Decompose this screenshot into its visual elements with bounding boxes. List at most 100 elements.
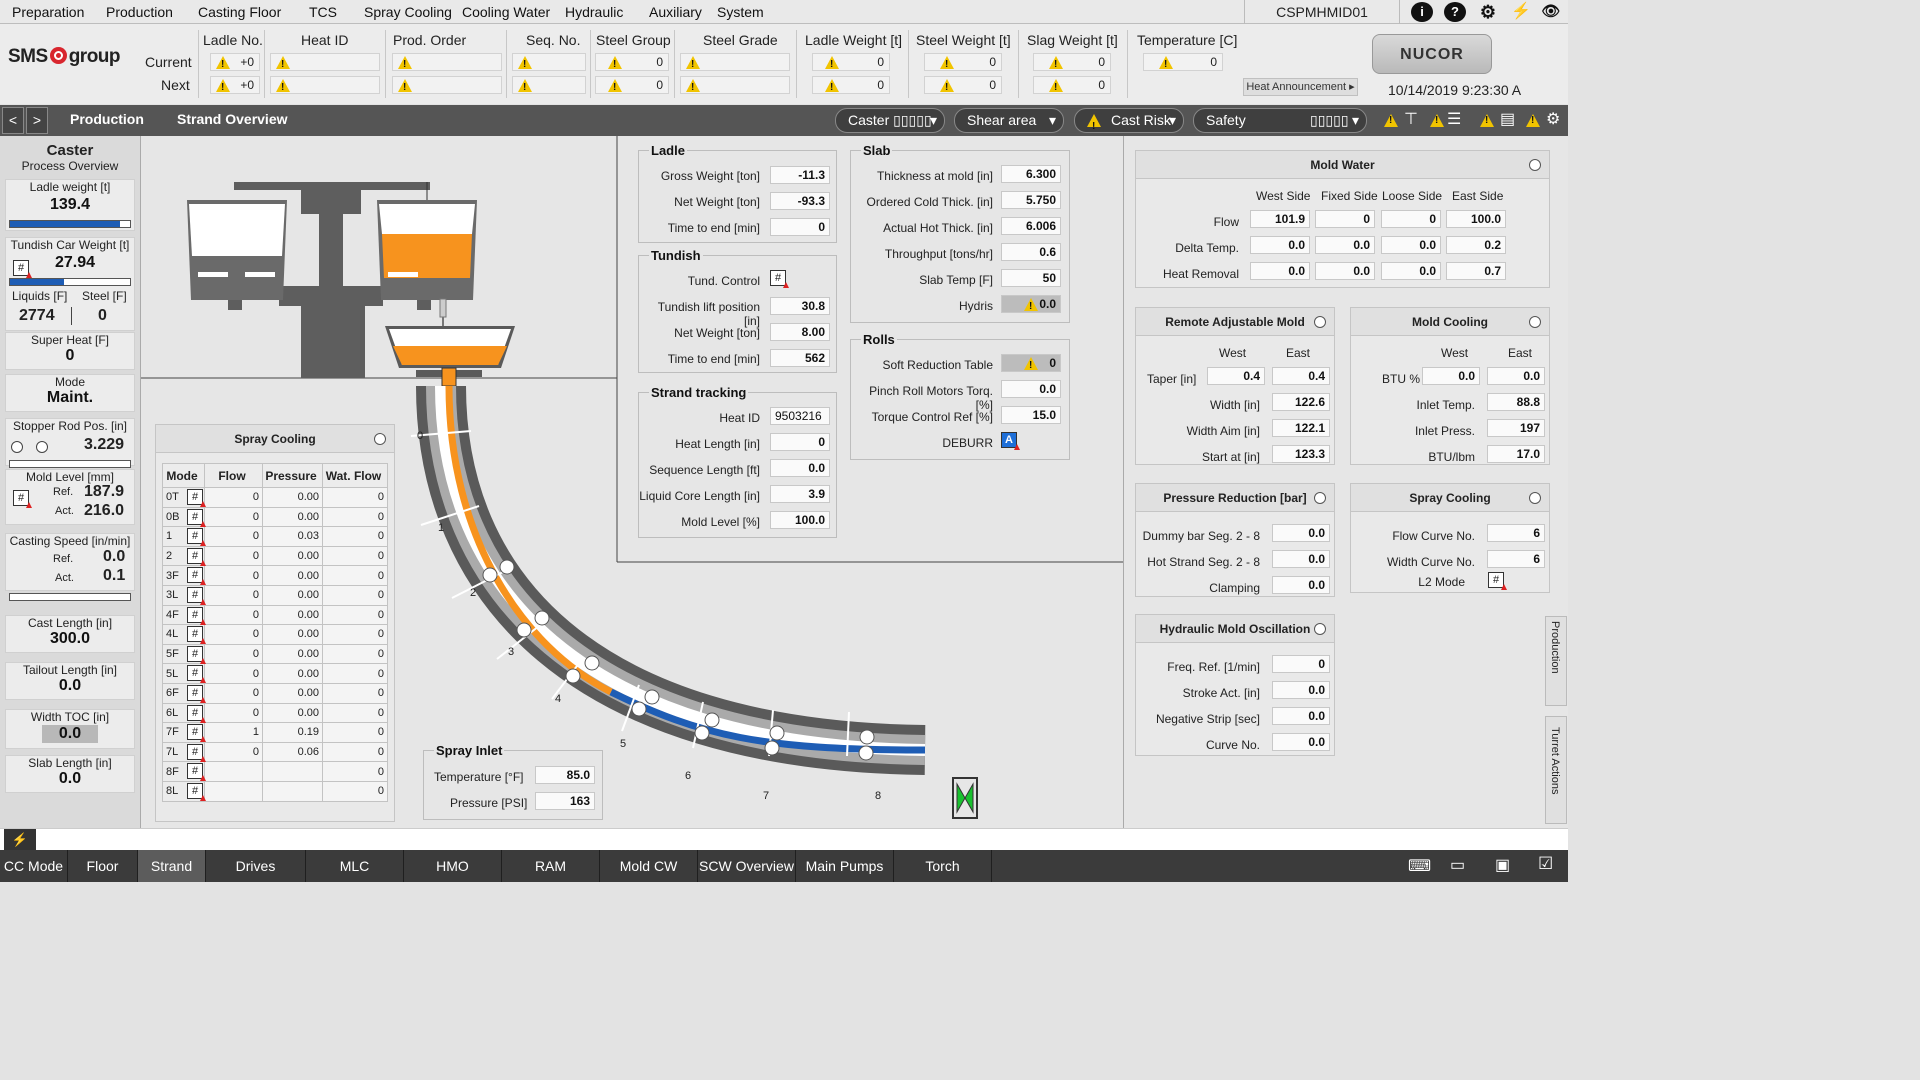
tab-scw-overview[interactable]: SCW Overview <box>698 850 796 882</box>
mc-inlet-press[interactable]: 197 <box>1487 419 1545 437</box>
mw-heat-west[interactable]: 0.0 <box>1250 262 1310 280</box>
current-seq-no[interactable] <box>512 53 586 73</box>
cast-risk-dropdown[interactable]: Cast Risk <box>1074 108 1184 138</box>
tab-mold-cw[interactable]: Mold CW <box>600 850 698 882</box>
settings-icon[interactable]: ⚙ <box>1477 2 1499 22</box>
hmo-select[interactable] <box>1314 623 1326 635</box>
tab-ram[interactable]: RAM <box>502 850 600 882</box>
pr-clamping[interactable]: 0.0 <box>1272 576 1330 594</box>
ordered-cold-thick-field[interactable]: 5.750 <box>1001 191 1061 209</box>
checklist-icon[interactable]: ☑ <box>1538 854 1553 874</box>
mold-water-select[interactable] <box>1529 159 1541 171</box>
hydris-field[interactable]: 0.0 <box>1001 295 1061 315</box>
mw-heat-fixed[interactable]: 0.0 <box>1315 262 1375 280</box>
camera-icon[interactable]: ▣ <box>1495 855 1510 875</box>
pr-hot-strand[interactable]: 0.0 <box>1272 550 1330 568</box>
current-steel-grade[interactable] <box>680 53 790 73</box>
tundish-lift-field[interactable]: 30.8 <box>770 297 830 315</box>
current-prod-order[interactable] <box>392 53 502 73</box>
ram-start-at[interactable]: 123.3 <box>1272 445 1330 463</box>
actual-hot-thick-field[interactable]: 6.006 <box>1001 217 1061 235</box>
info-icon[interactable]: i <box>1411 2 1433 22</box>
mw-flow-west[interactable]: 101.9 <box>1250 210 1310 228</box>
heat-announcement-button[interactable]: Heat Announcement ▸ <box>1243 78 1358 96</box>
net-weight-field[interactable]: -93.3 <box>770 192 830 210</box>
lightning-icon[interactable]: ⚡ <box>4 829 36 851</box>
mc-btu-west[interactable]: 0.0 <box>1422 367 1480 385</box>
current-slag-weight[interactable]: 0 <box>1033 53 1111 73</box>
tab-main-pumps[interactable]: Main Pumps <box>796 850 894 882</box>
next-steel-grade[interactable] <box>680 76 790 96</box>
side-tab-production[interactable]: Production <box>1545 616 1567 706</box>
tab-floor[interactable]: Floor <box>68 850 138 882</box>
pressure-reduction-select[interactable] <box>1314 492 1326 504</box>
tab-mlc[interactable]: MLC <box>306 850 404 882</box>
shear-area-dropdown[interactable]: Shear area ▯▯▯ <box>954 108 1064 151</box>
breadcrumb-production[interactable]: Production <box>70 111 144 127</box>
tab-cc-mode[interactable]: CC Mode <box>0 850 68 882</box>
mw-heat-loose[interactable]: 0.0 <box>1381 262 1441 280</box>
back-button[interactable]: < <box>2 107 24 134</box>
ram-width[interactable]: 122.6 <box>1272 393 1330 411</box>
spray-mode-hash-icon[interactable]: # <box>187 626 206 645</box>
liquid-core-length-field[interactable]: 3.9 <box>770 485 830 503</box>
hmo-freq-ref[interactable]: 0 <box>1272 655 1330 673</box>
spray-inlet-temp-field[interactable]: 85.0 <box>535 766 595 784</box>
heat-length-field[interactable]: 0 <box>770 433 830 451</box>
mw-flow-loose[interactable]: 0 <box>1381 210 1441 228</box>
current-heat-id[interactable] <box>270 53 380 73</box>
torque-control-ref-field[interactable]: 15.0 <box>1001 406 1061 424</box>
soft-reduction-field[interactable]: 0 <box>1001 354 1061 374</box>
sequence-length-field[interactable]: 0.0 <box>770 459 830 477</box>
spray-mode-hash-icon[interactable]: # <box>187 665 206 684</box>
next-prod-order[interactable] <box>392 76 502 96</box>
monitor-icon[interactable]: ▭ <box>1450 855 1465 875</box>
view-icon[interactable]: 👁 <box>1540 2 1562 22</box>
power-icon[interactable]: ⚡ <box>1510 2 1532 22</box>
mc-inlet-temp[interactable]: 88.8 <box>1487 393 1545 411</box>
next-seq-no[interactable] <box>512 76 586 96</box>
current-temperature[interactable]: 0 <box>1143 53 1223 73</box>
spray-mode-hash-icon[interactable]: # <box>187 547 206 566</box>
hmo-stroke-act[interactable]: 0.0 <box>1272 681 1330 699</box>
mw-delta-west[interactable]: 0.0 <box>1250 236 1310 254</box>
help-icon[interactable]: ? <box>1444 2 1466 22</box>
next-steel-weight[interactable]: 0 <box>924 76 1002 96</box>
spray-mode-hash-icon[interactable]: # <box>187 606 206 625</box>
mold-cooling-select[interactable] <box>1529 316 1541 328</box>
tundish-status-icon[interactable]: ⊤ <box>1404 109 1418 129</box>
mc-btu-east[interactable]: 0.0 <box>1487 367 1545 385</box>
spray-mode-hash-icon[interactable]: # <box>187 586 206 605</box>
tracking-heat-id-field[interactable]: 9503216 <box>770 407 830 425</box>
current-ladle-weight[interactable]: 0 <box>812 53 890 73</box>
gross-weight-field[interactable]: -11.3 <box>770 166 830 184</box>
next-ladle-no[interactable]: +0 <box>210 76 260 96</box>
slab-temp-field[interactable]: 50 <box>1001 269 1061 287</box>
forward-button[interactable]: > <box>26 107 48 134</box>
menu-preparation[interactable]: Preparation <box>12 4 84 20</box>
spray-mode-hash-icon[interactable]: # <box>187 645 206 664</box>
menu-tcs[interactable]: TCS <box>309 4 337 20</box>
spray-cooling-settings-select[interactable] <box>1529 492 1541 504</box>
ram-select[interactable] <box>1314 316 1326 328</box>
spray-mode-hash-icon[interactable]: # <box>187 567 206 586</box>
breadcrumb-strand-overview[interactable]: Strand Overview <box>177 111 288 127</box>
pump-status-icon[interactable]: ⚙ <box>1546 109 1560 129</box>
next-slag-weight[interactable]: 0 <box>1033 76 1111 96</box>
spray-mode-hash-icon[interactable]: # <box>187 508 206 527</box>
mw-heat-east[interactable]: 0.7 <box>1446 262 1506 280</box>
spray-mode-hash-icon[interactable]: # <box>187 704 206 723</box>
mw-delta-east[interactable]: 0.2 <box>1446 236 1506 254</box>
tundish-time-to-end-field[interactable]: 562 <box>770 349 830 367</box>
tab-strand[interactable]: Strand <box>138 850 206 882</box>
tab-torch[interactable]: Torch <box>894 850 992 882</box>
mold-level-pct-field[interactable]: 100.0 <box>770 511 830 529</box>
tundish-control-hash-icon[interactable]: # <box>770 270 789 288</box>
mold-status-icon[interactable]: ▤ <box>1500 109 1515 129</box>
deburr-button[interactable]: A <box>1001 432 1020 450</box>
menu-system[interactable]: System <box>717 4 764 20</box>
mc-btu-lbm[interactable]: 17.0 <box>1487 445 1545 463</box>
thickness-mold-field[interactable]: 6.300 <box>1001 165 1061 183</box>
pr-dummy-bar[interactable]: 0.0 <box>1272 524 1330 542</box>
ram-taper-east[interactable]: 0.4 <box>1272 367 1330 385</box>
